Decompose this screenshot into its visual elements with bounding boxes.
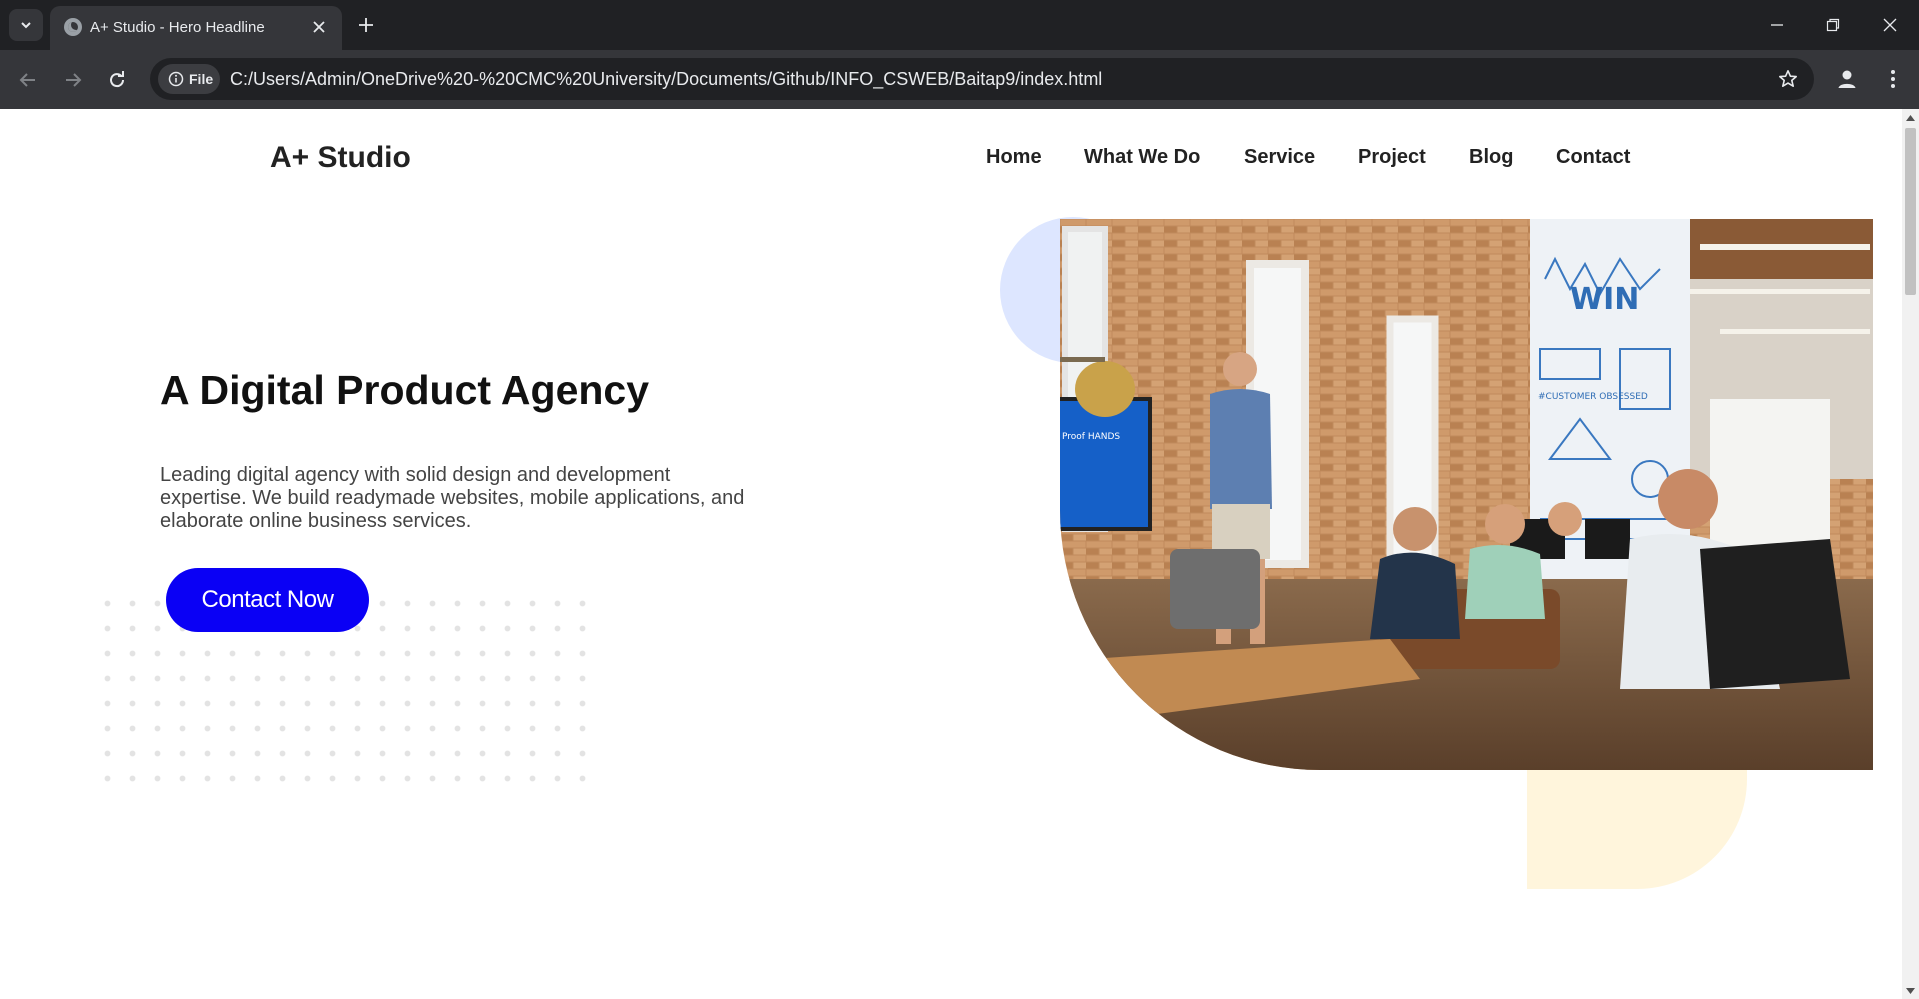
info-icon [168, 71, 184, 87]
scroll-down-button[interactable] [1902, 982, 1919, 999]
page-scrollbar[interactable] [1902, 109, 1919, 999]
nav-project[interactable]: Project [1358, 146, 1426, 169]
address-bar[interactable]: File C:/Users/Admin/OneDrive%20-%20CMC%2… [150, 58, 1814, 100]
hero-title: A Digital Product Agency [160, 367, 650, 413]
caret-up-icon [1906, 114, 1915, 121]
scrollbar-thumb[interactable] [1905, 128, 1916, 295]
browser-tab[interactable]: A+ Studio - Hero Headline [50, 6, 342, 50]
brand-logo[interactable]: A+ Studio [270, 141, 411, 175]
chevron-down-icon [21, 22, 31, 29]
forward-icon [66, 73, 82, 87]
browser-menu-button[interactable] [1876, 62, 1910, 96]
hero-image: WIN #CUSTOMER OBSESSED Proof HANDS [1060, 219, 1873, 770]
close-icon [313, 21, 325, 33]
tv-screen-text: Proof HANDS [1062, 432, 1120, 442]
mural-poster-text: #CUSTOMER OBSESSED [1538, 392, 1648, 402]
new-tab-button[interactable] [352, 11, 380, 39]
tab-title: A+ Studio - Hero Headline [90, 19, 265, 36]
plus-icon [359, 18, 373, 32]
profile-icon [1838, 70, 1856, 88]
forward-button[interactable] [56, 63, 90, 97]
caret-down-icon [1906, 987, 1915, 994]
globe-icon [64, 18, 82, 36]
more-vert-icon [1891, 70, 1895, 88]
browser-toolbar: File C:/Users/Admin/OneDrive%20-%20CMC%2… [0, 50, 1919, 109]
nav-home[interactable]: Home [986, 146, 1042, 169]
star-icon [1779, 70, 1797, 87]
hero-description: Leading digital agency with solid design… [160, 464, 745, 532]
site-info-chip[interactable]: File [158, 64, 220, 94]
reload-button[interactable] [100, 63, 134, 97]
page-viewport: A+ Studio Home What We Do Service Projec… [0, 109, 1902, 999]
nav-service[interactable]: Service [1244, 146, 1315, 169]
nav-contact[interactable]: Contact [1556, 146, 1630, 169]
chip-label: File [189, 71, 214, 87]
back-icon [19, 73, 35, 87]
tab-search-button[interactable] [9, 9, 43, 41]
reload-icon [110, 71, 125, 88]
restore-button[interactable] [1813, 10, 1853, 40]
contact-now-button[interactable]: Contact Now [166, 568, 369, 632]
url-text[interactable]: C:/Users/Admin/OneDrive%20-%20CMC%20Univ… [230, 69, 1102, 90]
minimize-icon [1771, 24, 1783, 26]
bookmark-button[interactable] [1776, 67, 1800, 91]
office-presentation-photo: WIN #CUSTOMER OBSESSED Proof HANDS [1060, 219, 1873, 770]
close-icon [1883, 18, 1897, 32]
nav-blog[interactable]: Blog [1469, 146, 1513, 169]
tab-close-button[interactable] [308, 16, 330, 38]
mural-win-text: WIN [1570, 282, 1639, 317]
nav-what-we-do[interactable]: What We Do [1084, 146, 1200, 169]
tab-strip: A+ Studio - Hero Headline [0, 0, 1919, 50]
window-close-button[interactable] [1870, 10, 1910, 40]
scroll-up-button[interactable] [1902, 109, 1919, 126]
restore-icon [1826, 18, 1840, 32]
minimize-button[interactable] [1757, 10, 1797, 40]
back-button[interactable] [11, 63, 45, 97]
profile-button[interactable] [1830, 62, 1864, 96]
